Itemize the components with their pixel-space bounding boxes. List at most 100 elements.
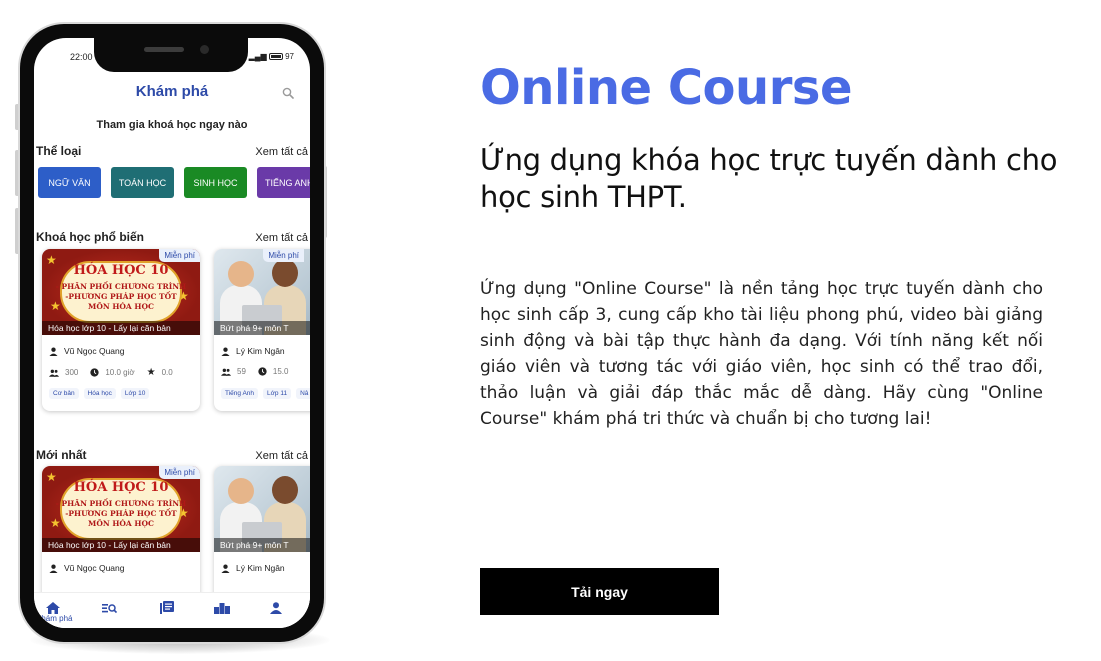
phone-mockup: 22:00 ▂▄▆ 97 Khám phá Tham gia khoá học … — [20, 24, 324, 642]
app-title: Khám phá — [135, 83, 209, 100]
free-badge: Miễn phí — [159, 249, 200, 262]
popular-header: Khoá học phổ biến Xem tất cả — [36, 230, 308, 246]
thumb-line: - PHÂN PHỐI CHƯƠNG TRÌNH — [55, 282, 187, 291]
nav-library[interactable] — [160, 601, 190, 625]
nav-explore[interactable]: Khám phá — [36, 601, 76, 625]
course-tag[interactable]: Lớp 10 — [120, 388, 150, 399]
clock-icon — [90, 368, 99, 377]
course-rating: 0.0 — [161, 368, 173, 377]
students-icon — [49, 369, 59, 377]
category-button[interactable]: SINH HỌC — [184, 167, 247, 198]
speaker-grille — [144, 47, 184, 52]
course-hours: 10.0 giờ — [105, 368, 135, 377]
home-icon — [46, 602, 60, 614]
clock-icon — [258, 367, 267, 376]
photo-person — [272, 476, 298, 504]
teacher-name: Vũ Ngọc Quang — [64, 346, 125, 356]
see-all-popular-link[interactable]: Xem tất cả — [255, 232, 308, 244]
categories-header: Thể loại Xem tất cả — [36, 144, 308, 160]
hero-title: Online Course — [480, 60, 853, 116]
category-label: NGỮ VĂN — [48, 177, 91, 188]
list-search-icon — [102, 604, 118, 614]
nav-explore-label: Khám phá — [36, 614, 73, 623]
course-caption: Bứt phá 9+ môn T — [214, 321, 310, 335]
category-label: TOÁN HỌC — [118, 177, 167, 188]
stats-row: 300 10.0 giờ ★ 0.0 — [49, 367, 185, 378]
student-count: 300 — [65, 368, 79, 377]
newest-header: Mới nhất Xem tất cả — [36, 448, 308, 464]
thumb-line: -PHƯƠNG PHÁP HỌC TỐT — [65, 292, 177, 301]
course-tag[interactable]: Nâ — [296, 388, 310, 399]
course-caption: Hóa học lớp 10 - Lấy lại căn bản — [42, 321, 200, 335]
thumb-title: HÓA HỌC 10 — [73, 480, 169, 495]
tag-list: Tiếng Anh Lớp 11 Nâ — [221, 388, 310, 399]
category-button[interactable]: NGỮ VĂN — [38, 167, 101, 198]
free-badge: Miễn phí — [263, 249, 304, 262]
welcome-text: Tham gia khoá học ngay nào — [96, 119, 248, 131]
course-tag[interactable]: Tiếng Anh — [221, 388, 259, 399]
photo-person — [228, 261, 254, 287]
battery-level: 97 — [285, 52, 294, 61]
bottom-navigation: Khám phá — [34, 592, 310, 628]
teacher-row: Lý Kim Ngân — [221, 563, 285, 573]
course-caption: Hóa học lớp 10 - Lấy lại căn bản — [42, 538, 200, 552]
nav-profile[interactable] — [270, 601, 300, 625]
category-label: TIẾNG ANH — [265, 177, 310, 188]
course-hours: 15.0 — [272, 367, 289, 376]
course-thumbnail: Bứt phá 9+ môn T — [214, 466, 310, 552]
category-button[interactable]: TIẾNG ANH — [257, 167, 310, 198]
thumb-line: - PHÂN PHỐI CHƯƠNG TRÌNH — [55, 499, 187, 508]
star-icon: ★ — [146, 367, 156, 378]
thumb-line: -PHƯƠNG PHÁP HỌC TỐT — [65, 509, 177, 518]
course-tag[interactable]: Lớp 11 — [263, 388, 292, 399]
hero-subtitle: Ứng dụng khóa học trực tuyến dành cho họ… — [480, 143, 1058, 214]
teacher-row: Lý Kim Ngân — [221, 346, 285, 356]
course-card[interactable]: ★ ★ ★ HÓA HỌC 10 - PHÂN PHỐI CHƯƠNG TRÌN… — [42, 249, 200, 411]
thumb-line: MÔN HÓA HỌC — [88, 302, 154, 311]
thumb-line: MÔN HÓA HỌC — [88, 519, 154, 528]
search-icon[interactable] — [282, 87, 294, 99]
see-all-newest-link[interactable]: Xem tất cả — [255, 450, 308, 462]
students-icon — [221, 368, 231, 376]
teacher-row: Vũ Ngọc Quang — [49, 563, 124, 573]
user-icon — [49, 347, 58, 356]
profile-icon — [270, 602, 282, 614]
section-title: Thể loại — [36, 144, 82, 158]
tag-list: Cơ bản Hóa học Lớp 10 — [49, 388, 154, 399]
stats-row: 59 15.0 — [221, 367, 300, 376]
front-camera — [200, 45, 209, 54]
hero-description: Ứng dụng "Online Course" là nền tảng học… — [480, 279, 1043, 429]
phone-screen: 22:00 ▂▄▆ 97 Khám phá Tham gia khoá học … — [34, 38, 310, 628]
phone-notch — [94, 38, 248, 72]
leaderboard-icon — [214, 603, 230, 614]
teacher-row: Vũ Ngọc Quang — [49, 346, 124, 356]
nav-leaderboard[interactable] — [214, 601, 244, 625]
teacher-name: Lý Kim Ngân — [236, 563, 285, 573]
photo-person — [272, 259, 298, 287]
status-time: 22:00 — [70, 52, 93, 62]
course-caption: Bứt phá 9+ môn T — [214, 538, 310, 552]
teacher-name: Vũ Ngọc Quang — [64, 563, 125, 573]
battery-icon — [268, 53, 283, 61]
see-all-categories-link[interactable]: Xem tất cả — [255, 146, 308, 158]
section-title: Khoá học phổ biến — [36, 230, 144, 244]
signal-icon: ▂▄▆ — [248, 52, 267, 61]
category-label: SINH HỌC — [193, 177, 238, 188]
section-title: Mới nhất — [36, 448, 87, 462]
course-tag[interactable]: Hóa học — [83, 388, 116, 399]
course-tag[interactable]: Cơ bản — [49, 388, 79, 399]
thumb-title: HÓA HỌC 10 — [73, 263, 169, 278]
nav-search-courses[interactable] — [102, 601, 132, 625]
user-icon — [49, 564, 58, 573]
user-icon — [221, 347, 230, 356]
free-badge: Miễn phí — [159, 466, 200, 479]
category-list: NGỮ VĂN TOÁN HỌC SINH HỌC TIẾNG ANH — [38, 167, 310, 200]
download-button[interactable]: Tải ngay — [480, 568, 719, 615]
teacher-name: Lý Kim Ngân — [236, 346, 285, 356]
status-icons: ▂▄▆ 97 — [249, 52, 294, 61]
category-button[interactable]: TOÁN HỌC — [111, 167, 174, 198]
user-icon — [221, 564, 230, 573]
student-count: 59 — [237, 367, 246, 376]
course-card[interactable]: Bứt phá 9+ môn T Miễn phí Lý Kim Ngân 59… — [214, 249, 310, 411]
book-icon — [160, 601, 174, 614]
